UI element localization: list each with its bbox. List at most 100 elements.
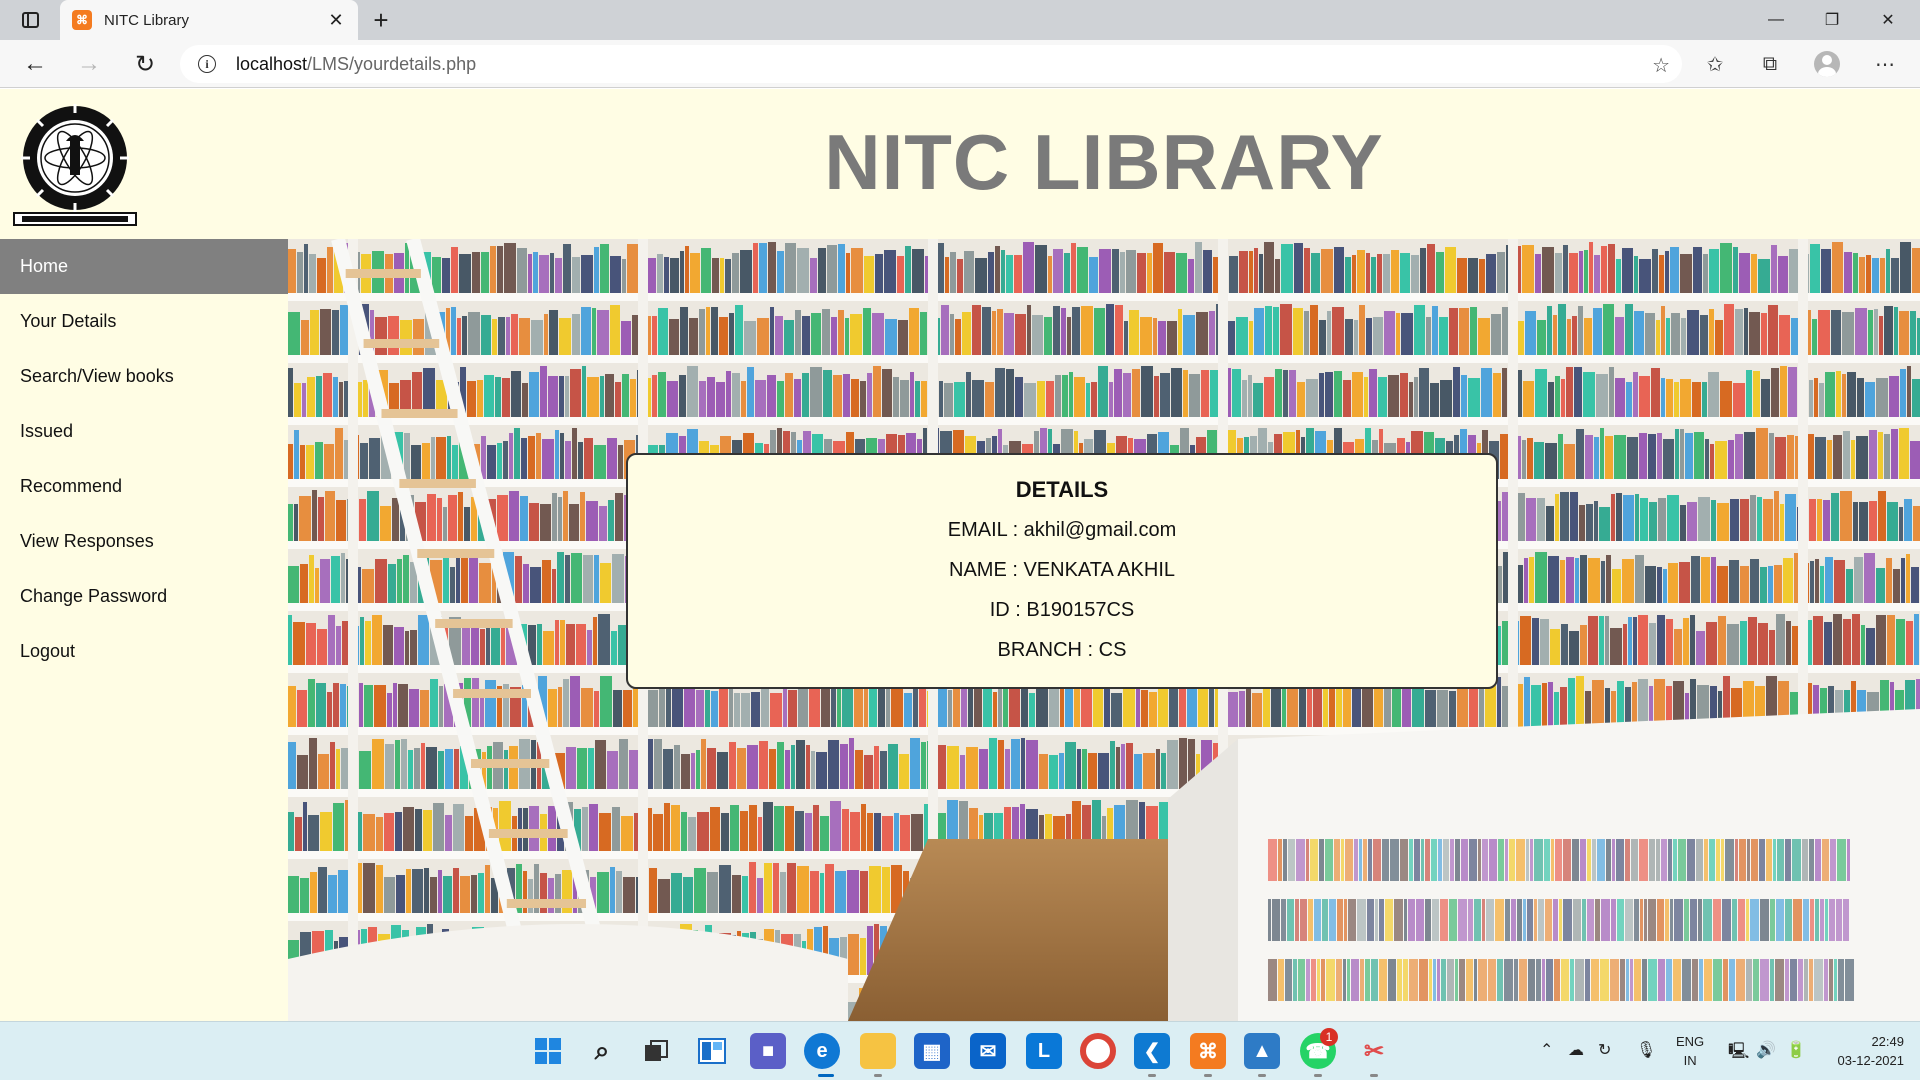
sidebar-item-issued[interactable]: Issued	[0, 404, 288, 459]
shelf-divider	[638, 301, 648, 363]
microphone-icon[interactable]: 🎙	[1636, 1040, 1656, 1060]
book-spine	[1371, 257, 1376, 293]
refresh-icon[interactable]: ↻	[128, 48, 162, 80]
book-spine	[1702, 382, 1707, 417]
network-icon[interactable]: 🖳	[1728, 1040, 1749, 1067]
close-window-icon[interactable]: ✕	[1860, 0, 1916, 40]
book-spine	[1067, 317, 1071, 355]
mail-icon[interactable]: ✉	[970, 1033, 1006, 1069]
battery-icon[interactable]: 🔋	[1786, 1040, 1806, 1060]
book-spine	[1820, 566, 1824, 603]
book-spine	[741, 381, 746, 417]
start-icon[interactable]	[530, 1033, 566, 1069]
onedrive-icon[interactable]: ☁	[1568, 1040, 1584, 1060]
book-spine	[1609, 367, 1614, 417]
sidebar-item-your-details[interactable]: Your Details	[0, 294, 288, 349]
windows-taskbar: ⌕ ■ e ▦ ✉ L ❮ ⌘ ▲ ☎ 1 ✂ ⌃ ☁ ↻ 🎙 ENG IN 🖳…	[0, 1021, 1920, 1080]
book-spine	[1740, 566, 1749, 603]
book-spine	[1756, 428, 1768, 479]
system-clock[interactable]: 22:49 03-12-2021	[1838, 1032, 1905, 1070]
book-spine	[1667, 495, 1679, 541]
volume-icon[interactable]: 🔊	[1756, 1040, 1776, 1060]
book-spine	[443, 876, 452, 913]
snipping-tool-icon[interactable]: ✂	[1356, 1033, 1392, 1069]
add-favorite-icon[interactable]: ☆	[1652, 53, 1670, 78]
book-spine	[1786, 621, 1791, 665]
book-spine	[1831, 493, 1839, 541]
sidebar-item-logout[interactable]: Logout	[0, 624, 288, 679]
front-book-spine	[1404, 899, 1407, 941]
sidebar-item-view-responses[interactable]: View Responses	[0, 514, 288, 569]
forward-icon[interactable]: →	[72, 48, 106, 80]
tab-close-icon[interactable]: ✕	[326, 10, 346, 31]
front-book-spine	[1310, 839, 1318, 881]
sidebar-item-search-view-books[interactable]: Search/View books	[0, 349, 288, 404]
book-spine	[1158, 321, 1166, 355]
front-book-spine	[1514, 959, 1518, 1001]
front-book-spine	[1337, 899, 1343, 941]
minimize-icon[interactable]: —	[1748, 0, 1804, 40]
book-spine	[1599, 507, 1610, 541]
xampp-icon[interactable]: ⌘	[1190, 1033, 1226, 1069]
book-spine	[1715, 441, 1727, 479]
collections-icon[interactable]: ⧉	[1755, 50, 1785, 78]
book-spine	[663, 749, 673, 789]
tab-actions-icon[interactable]	[10, 8, 50, 32]
favorites-icon[interactable]: ✩	[1700, 50, 1730, 78]
browser-tab[interactable]: ⌘ NITC Library ✕	[60, 0, 358, 40]
book-spine	[315, 442, 323, 479]
book-spine	[1535, 254, 1541, 293]
sync-icon[interactable]: ↻	[1598, 1040, 1611, 1060]
language-indicator[interactable]: ENG IN	[1676, 1032, 1704, 1070]
front-book-spine	[1792, 839, 1801, 881]
more-menu-icon[interactable]: ⋯	[1870, 50, 1900, 78]
front-book-spine	[1371, 959, 1378, 1001]
book-spine	[462, 316, 467, 355]
new-tab-icon[interactable]: +	[365, 4, 397, 36]
task-view-icon[interactable]	[638, 1033, 674, 1069]
front-book-spine	[1523, 899, 1526, 941]
book-spine	[1293, 308, 1303, 355]
app-l-icon[interactable]: L	[1026, 1033, 1062, 1069]
book-spine	[947, 746, 959, 789]
book-spine	[288, 686, 296, 727]
book-spine	[696, 690, 704, 727]
photos-icon[interactable]: ▲	[1244, 1033, 1280, 1069]
book-spine	[1825, 372, 1835, 417]
sidebar-item-recommend[interactable]: Recommend	[0, 459, 288, 514]
chrome-icon[interactable]	[1080, 1033, 1116, 1069]
shelf-divider	[348, 363, 358, 425]
search-icon[interactable]: ⌕	[584, 1033, 620, 1069]
book-spine	[413, 319, 424, 355]
ladder-step	[345, 269, 421, 278]
book-spine	[1580, 555, 1587, 603]
book-spine	[848, 934, 859, 975]
store-icon[interactable]: ▦	[914, 1033, 950, 1069]
book-spine	[1123, 683, 1135, 727]
front-book-spine	[1611, 899, 1616, 941]
back-icon[interactable]: ←	[18, 48, 52, 80]
vscode-icon[interactable]: ❮	[1134, 1033, 1170, 1069]
book-spine	[1074, 684, 1080, 727]
file-explorer-icon[interactable]	[860, 1033, 896, 1069]
sidebar-item-change-password[interactable]: Change Password	[0, 569, 288, 624]
book-spine	[699, 309, 705, 355]
book-spine	[327, 247, 333, 293]
teams-chat-icon[interactable]: ■	[750, 1033, 786, 1069]
book-spine	[421, 743, 425, 789]
book-spine	[457, 318, 461, 355]
address-bar[interactable]: i localhost/LMS/yourdetails.php ☆	[180, 45, 1682, 83]
front-book-spine	[1776, 899, 1784, 941]
book-spine	[529, 503, 539, 541]
restore-icon[interactable]: ❐	[1804, 0, 1860, 40]
front-book-spine	[1489, 839, 1497, 881]
book-spine	[599, 506, 607, 541]
widgets-icon[interactable]	[694, 1033, 730, 1069]
site-info-icon[interactable]: i	[198, 55, 216, 73]
edge-icon[interactable]: e	[804, 1033, 840, 1069]
sidebar-item-home[interactable]: Home	[0, 239, 288, 294]
book-spine	[1121, 744, 1125, 789]
profile-icon[interactable]	[1812, 50, 1842, 78]
book-spine	[1906, 621, 1913, 665]
show-hidden-icons-icon[interactable]: ⌃	[1540, 1040, 1553, 1060]
